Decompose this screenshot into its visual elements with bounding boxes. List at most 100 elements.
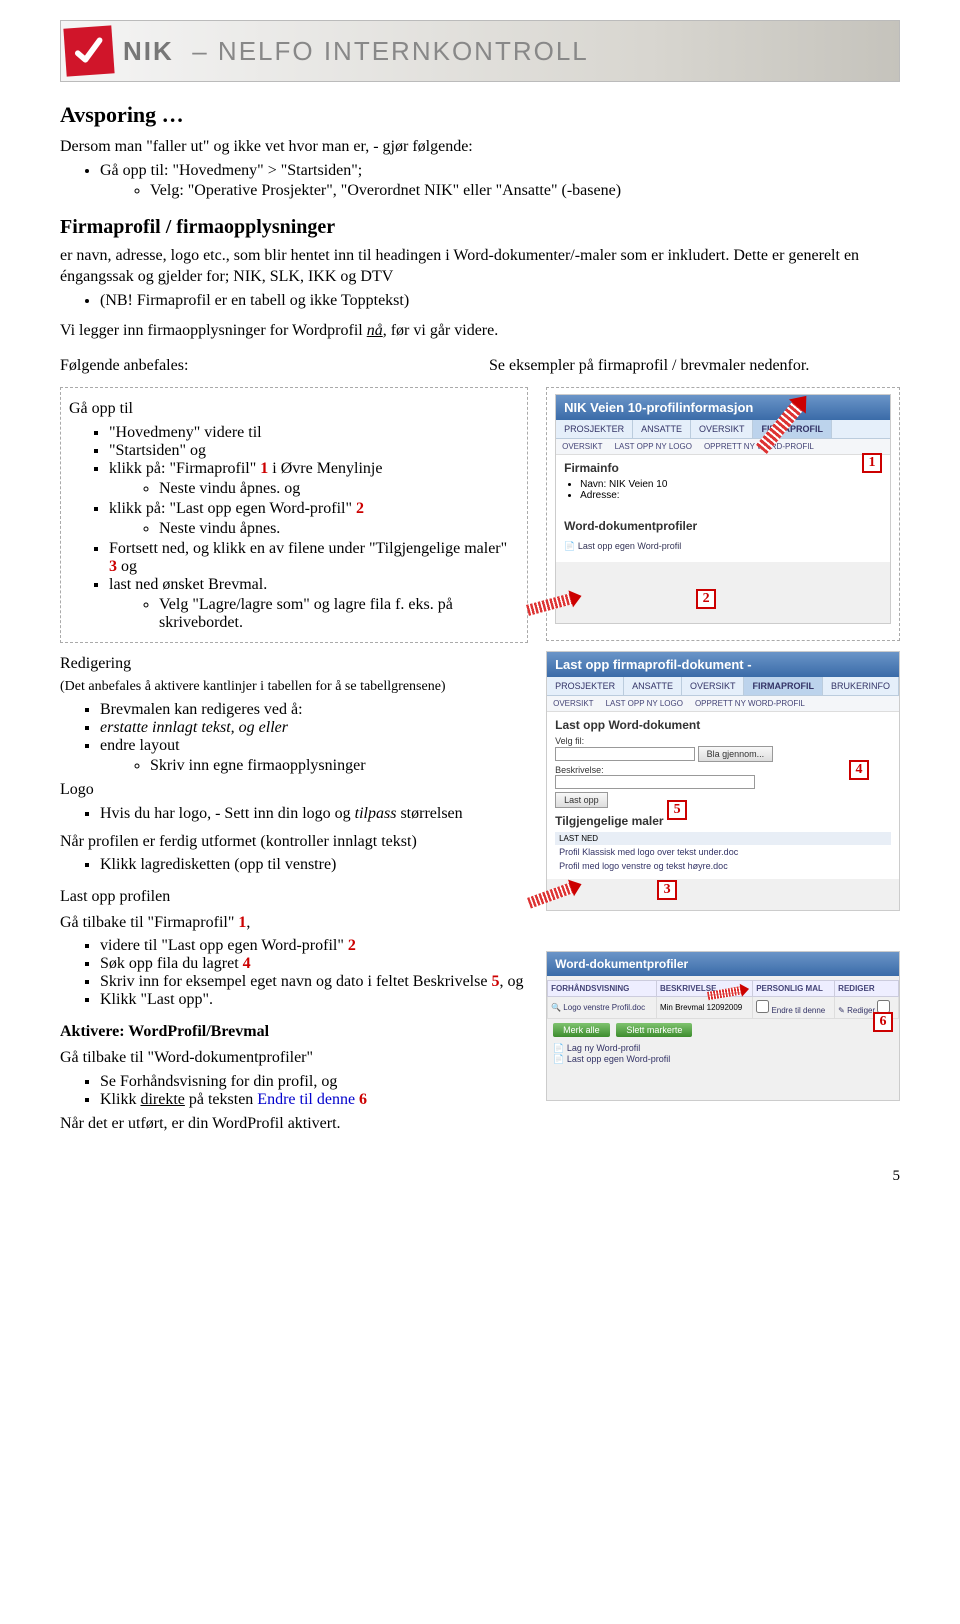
s1-i5a: Fortsett ned, og klikk en av filene unde… [109, 540, 507, 557]
last-opp-link[interactable]: 📄 Last opp egen Word-profil [564, 541, 681, 552]
screenshot-last-opp: Last opp firmaprofil-dokument - PROSJEKT… [546, 651, 900, 911]
up-b3: Skriv inn for eksempel eget navn og dato… [100, 973, 528, 991]
personlig-checkbox[interactable] [756, 1000, 769, 1013]
redigering-sub: (Det anbefales å aktivere kantlinjer i t… [60, 678, 528, 697]
callout-5: 5 [667, 800, 687, 820]
up-b2b: 4 [243, 955, 251, 972]
up-b1: videre til "Last opp egen Word-profil" 2 [100, 937, 528, 955]
adresse-line: Adresse: [580, 490, 882, 501]
shot1-subtabs: OVERSIKT LAST OPP NY LOGO OPPRETT NY WOR… [556, 439, 890, 455]
last-opp-button[interactable]: Last opp [555, 792, 608, 808]
avsporing-step1-text: Gå opp til: "Hovedmeny" > "Startsiden"; [100, 162, 362, 179]
screenshot-word-profiler: Word-dokumentprofiler FORHÅNDSVISNING BE… [546, 951, 900, 1101]
row-preview[interactable]: 🔍 Logo venstre Profil.doc [551, 1003, 645, 1012]
banner-subtitle: NELFO INTERNKONTROLL [218, 36, 589, 66]
col-forhand: FORHÅNDSVISNING [548, 980, 657, 996]
s1-i4: klikk på: "Last opp egen Word-profil" 2 … [109, 500, 519, 538]
profiler-table: FORHÅNDSVISNING BESKRIVELSE PERSONLIG MA… [547, 980, 899, 1019]
up-b2a: Søk opp fila du lagret [100, 955, 243, 972]
up-p1a: Gå tilbake til "Firmaprofil" [60, 914, 238, 931]
sub2-oversikt[interactable]: OVERSIKT [547, 696, 599, 711]
s1-i5: Fortsett ned, og klikk en av filene unde… [109, 540, 519, 576]
velg-fil-label: Velg fil: [555, 736, 584, 746]
callout-4: 4 [849, 760, 869, 780]
mal-1[interactable]: Profil Klassisk med logo over tekst unde… [555, 845, 891, 859]
banner-title: NIK – NELFO INTERNKONTROLL [123, 36, 589, 67]
shot2-subtabs: OVERSIKT LAST OPP NY LOGO OPPRETT NY WOR… [547, 696, 899, 712]
logo-b1c: størrelsen [396, 805, 462, 822]
firmaprofil-p2: Vi legger inn firmaopplysninger for Word… [60, 320, 900, 342]
tab-ansatte[interactable]: ANSATTE [633, 420, 691, 438]
fp-p2c: , før vi går videre. [383, 322, 499, 339]
act-b1: Se Forhåndsvisning for din profil, og [100, 1073, 528, 1091]
s1-i4b: 2 [356, 500, 364, 517]
upload-p1: Gå tilbake til "Firmaprofil" 1, [60, 912, 528, 934]
s1-i3: klikk på: "Firmaprofil" 1 i Øvre Menylin… [109, 460, 519, 498]
activate-p2: Når det er utført, er din WordProfil akt… [60, 1113, 528, 1135]
up-b3c: , og [499, 973, 523, 990]
shot1-tabs: PROSJEKTER ANSATTE OVERSIKT FIRMAPROFIL [556, 420, 890, 439]
activate-h: Aktivere: WordProfil/Brevmal [60, 1021, 528, 1043]
beskrivelse-input[interactable] [555, 775, 755, 789]
act-b2c: på teksten [185, 1091, 257, 1108]
act-b2b: direkte [140, 1091, 184, 1108]
subtab-logo[interactable]: LAST OPP NY LOGO [609, 439, 698, 454]
shot1-title: NIK Veien 10-profilinformasjon [556, 395, 890, 420]
s1-i4a: klikk på: "Last opp egen Word-profil" [109, 500, 356, 517]
tab-prosjekter[interactable]: PROSJEKTER [556, 420, 633, 438]
tab2-ansatte[interactable]: ANSATTE [624, 677, 682, 695]
last-opp-h: Last opp Word-dokument [555, 718, 891, 732]
done-p: Når profilen er ferdig utformet (kontrol… [60, 831, 528, 853]
screenshot-firmaprofil: NIK Veien 10-profilinformasjon PROSJEKTE… [555, 394, 891, 624]
browse-button[interactable]: Bla gjennom... [698, 746, 774, 762]
beskrivelse-row: Beskrivelse: [555, 765, 891, 789]
act-b2a: Klikk [100, 1091, 140, 1108]
screenshot-1-wrapper: NIK Veien 10-profilinformasjon PROSJEKTE… [546, 387, 900, 641]
endre-link[interactable]: Endre til denne [771, 1006, 825, 1015]
tab2-prosjekter[interactable]: PROSJEKTER [547, 677, 624, 695]
act-b2: Klikk direkte på teksten Endre til denne… [100, 1091, 528, 1109]
logo-b1a: Hvis du har logo, - Sett inn din logo og [100, 805, 355, 822]
tab2-oversikt[interactable]: OVERSIKT [682, 677, 745, 695]
edit-b3: endre layout Skriv inn egne firmaopplysn… [100, 737, 528, 775]
callout-3: 3 [657, 880, 677, 900]
navn-line: Navn: NIK Veien 10 [580, 479, 882, 490]
callout-2: 2 [696, 589, 716, 609]
edit-b1: Brevmalen kan redigeres ved å: [100, 701, 528, 719]
edit-b3o: Skriv inn egne firmaopplysninger [150, 757, 528, 775]
shot3-title: Word-dokumentprofiler [547, 952, 899, 976]
s1-i3o: Neste vindu åpnes. og [159, 480, 519, 498]
s1-i6: last ned ønsket Brevmal. Velg "Lagre/lag… [109, 576, 519, 632]
merk-alle-button[interactable]: Merk alle [553, 1023, 610, 1037]
s1-i6a: last ned ønsket Brevmal. [109, 576, 267, 593]
banner-brand: NIK [123, 36, 174, 66]
avsporing-intro: Dersom man "faller ut" og ikke vet hvor … [60, 136, 900, 158]
col-rediger: REDIGER [835, 980, 899, 996]
shot2-tabs: PROSJEKTER ANSATTE OVERSIKT FIRMAPROFIL … [547, 677, 899, 696]
col-pers: PERSONLIG MAL [753, 980, 835, 996]
following-recommended: Følgende anbefales: [60, 355, 471, 377]
act-b2d: Endre til denne [257, 1091, 355, 1108]
fp-p2a: Vi legger inn firmaopplysninger for Word… [60, 322, 367, 339]
avsporing-heading: Avsporing … [60, 102, 900, 128]
sub2-logo[interactable]: LAST OPP NY LOGO [600, 696, 689, 711]
s1-i6o-text: Velg "Lagre/lagre som" og lagre fila f. … [159, 596, 453, 631]
tab2-firmaprofil[interactable]: FIRMAPROFIL [744, 677, 823, 695]
subtab-oversikt[interactable]: OVERSIKT [556, 439, 608, 454]
tab2-brukerinfo[interactable]: BRUKERINFO [823, 677, 899, 695]
tilgjengelige-h: Tilgjengelige maler [555, 814, 891, 828]
last-opp-egen-link[interactable]: 📄 Last opp egen Word-profil [553, 1054, 893, 1065]
sub2-word[interactable]: OPPRETT NY WORD-PROFIL [689, 696, 811, 711]
mal-2[interactable]: Profil med logo venstre og tekst høyre.d… [555, 859, 891, 873]
word-profiler-h: Word-dokumentprofiler [564, 519, 882, 533]
done-b1: Klikk lagredisketten (opp til venstre) [100, 856, 528, 874]
tab-oversikt[interactable]: OVERSIKT [691, 420, 754, 438]
avsporing-step1a: Velg: "Operative Prosjekter", "Overordne… [150, 182, 900, 200]
lag-ny-link[interactable]: 📄 Lag ny Word-profil [553, 1043, 893, 1054]
file-input[interactable] [555, 747, 695, 761]
s1-i1: "Hovedmeny" videre til [109, 424, 519, 442]
beskrivelse-label: Beskrivelse: [555, 765, 604, 775]
slett-button[interactable]: Slett markerte [616, 1023, 692, 1037]
redigering-h: Redigering [60, 653, 528, 675]
rediger-link[interactable]: ✎ Rediger [838, 1006, 875, 1015]
